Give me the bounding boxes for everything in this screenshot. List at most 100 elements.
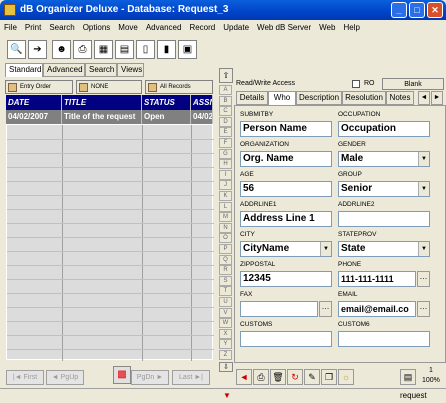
grid-body[interactable] <box>6 124 214 361</box>
gender-select[interactable]: Male ▼ <box>338 151 430 167</box>
letter-index-l[interactable]: L <box>219 201 232 212</box>
letter-index-m[interactable]: M <box>219 212 232 223</box>
letter-index-k[interactable]: K <box>219 191 232 201</box>
users-icon[interactable]: ☻ <box>52 40 71 59</box>
minimize-button[interactable]: _ <box>391 2 407 18</box>
copy-icon[interactable]: ❐ <box>321 369 337 385</box>
tab-resolution[interactable]: Resolution <box>342 91 386 105</box>
menu-help[interactable]: Help <box>343 23 359 32</box>
letter-index-j[interactable]: J <box>219 180 232 191</box>
chevron-down-icon[interactable]: ▼ <box>320 242 331 256</box>
last-button[interactable]: Last ►| <box>172 370 210 385</box>
page-up-button[interactable]: ◄ PgUp <box>46 370 84 385</box>
menu-move[interactable]: Move <box>118 23 138 32</box>
zippostal-field[interactable]: 12345 <box>240 271 332 287</box>
menu-web[interactable]: Web <box>319 23 335 32</box>
column-header-title[interactable]: TITLE <box>62 95 142 110</box>
tab-details[interactable]: Details <box>236 91 268 105</box>
fax-button[interactable]: … <box>319 301 332 317</box>
occupation-field[interactable]: Occupation <box>338 121 430 137</box>
new-page-icon[interactable]: ▯ <box>136 40 155 59</box>
letter-index-s[interactable]: S <box>219 275 232 286</box>
ro-checkbox[interactable] <box>352 80 360 88</box>
tab-standard[interactable]: Standard <box>5 63 43 77</box>
tab-advanced[interactable]: Advanced <box>43 63 85 77</box>
scroll-up-icon[interactable]: ⇧ <box>219 68 233 83</box>
letter-index-i[interactable]: I <box>219 169 232 180</box>
city-select[interactable]: CityName ▼ <box>240 241 332 257</box>
menu-record[interactable]: Record <box>189 23 215 32</box>
addrline1-field[interactable]: Address Line 1 <box>240 211 332 227</box>
age-field[interactable]: 56 <box>240 181 332 197</box>
scroll-down-icon[interactable]: ⇩ <box>219 362 233 372</box>
letter-index-b[interactable]: B <box>219 95 232 106</box>
tab-search[interactable]: Search <box>85 63 117 77</box>
refresh-icon[interactable]: ↻ <box>287 369 303 385</box>
menu-update[interactable]: Update <box>223 23 249 32</box>
trash-icon[interactable]: 🗑 <box>270 369 286 385</box>
letter-index-x[interactable]: X <box>219 328 232 339</box>
down-arrow-icon[interactable]: ▼ <box>221 390 233 402</box>
print-icon[interactable]: ⎙ <box>253 369 269 385</box>
letter-index-h[interactable]: H <box>219 159 232 170</box>
maximize-button[interactable]: □ <box>409 2 425 18</box>
organization-field[interactable]: Org. Name <box>240 151 332 167</box>
letter-index-a[interactable]: A <box>219 85 232 95</box>
column-header-status[interactable]: STATUS <box>142 95 191 110</box>
calculator-icon[interactable]: ▣ <box>178 40 197 59</box>
group-select[interactable]: Senior ▼ <box>338 181 430 197</box>
email-button[interactable]: … <box>417 301 430 317</box>
edit-icon[interactable]: ✎ <box>304 369 320 385</box>
phone-field[interactable]: 111-111-1111 <box>338 271 416 287</box>
stateprov-select[interactable]: State ▼ <box>338 241 430 257</box>
letter-index-t[interactable]: T <box>219 286 232 297</box>
letter-index-f[interactable]: F <box>219 138 232 148</box>
menu-web-db-server[interactable]: Web dB Server <box>257 23 311 32</box>
letter-index-u[interactable]: U <box>219 297 232 307</box>
tab-scroll-right-icon[interactable]: ► <box>431 91 443 105</box>
menu-options[interactable]: Options <box>83 23 111 32</box>
chevron-down-icon[interactable]: ▼ <box>418 182 429 196</box>
page-down-button[interactable]: PgDn ► <box>131 370 169 385</box>
none-button[interactable]: NONE <box>76 80 142 94</box>
blank-button[interactable]: Blank <box>382 78 444 90</box>
chevron-down-icon[interactable]: ▼ <box>418 152 429 166</box>
email-field[interactable]: email@email.co <box>338 301 416 317</box>
entry-order-button[interactable]: Entry Order <box>5 80 73 94</box>
tab-description[interactable]: Description <box>296 91 342 105</box>
letter-index-g[interactable]: G <box>219 148 232 159</box>
letter-index-c[interactable]: C <box>219 106 232 117</box>
phone-dialer-button[interactable]: … <box>417 271 430 287</box>
tab-notes[interactable]: Notes <box>386 91 414 105</box>
letter-index-q[interactable]: Q <box>219 254 232 265</box>
letter-index-d[interactable]: D <box>219 116 232 127</box>
menu-search[interactable]: Search <box>49 23 74 32</box>
submitby-field[interactable]: Person Name <box>240 121 332 137</box>
letter-index-v[interactable]: V <box>219 307 232 318</box>
addrline2-field[interactable] <box>338 211 430 227</box>
table-row[interactable]: 04/02/2007 Title of the request Open 04/… <box>6 110 213 124</box>
letter-index-r[interactable]: R <box>219 265 232 276</box>
report-icon[interactable]: ▤ <box>400 369 416 385</box>
letter-index-e[interactable]: E <box>219 127 232 138</box>
letter-index-y[interactable]: Y <box>219 339 232 350</box>
column-header-date[interactable]: DATE <box>6 95 62 110</box>
menu-advanced[interactable]: Advanced <box>146 23 182 32</box>
custom6-field[interactable] <box>338 331 430 347</box>
fax-field[interactable] <box>240 301 318 317</box>
letter-index-p[interactable]: P <box>219 244 232 254</box>
chevron-down-icon[interactable]: ▼ <box>418 242 429 256</box>
search-icon[interactable]: 🔍 <box>7 40 26 59</box>
letter-index-n[interactable]: N <box>219 222 232 233</box>
customs-field[interactable] <box>240 331 332 347</box>
chart-icon[interactable]: ▮ <box>157 40 176 59</box>
all-records-button[interactable]: All Records <box>145 80 213 94</box>
tab-scroll-left-icon[interactable]: ◄ <box>418 91 430 105</box>
menu-file[interactable]: File <box>4 23 17 32</box>
form-icon[interactable]: ▤ <box>115 40 134 59</box>
letter-index-w[interactable]: W <box>219 318 232 329</box>
tab-who[interactable]: Who <box>268 91 296 106</box>
lightbulb-icon[interactable]: ☼ <box>338 369 354 385</box>
close-button[interactable]: ✕ <box>427 2 443 18</box>
letter-index-z[interactable]: Z <box>219 350 232 360</box>
